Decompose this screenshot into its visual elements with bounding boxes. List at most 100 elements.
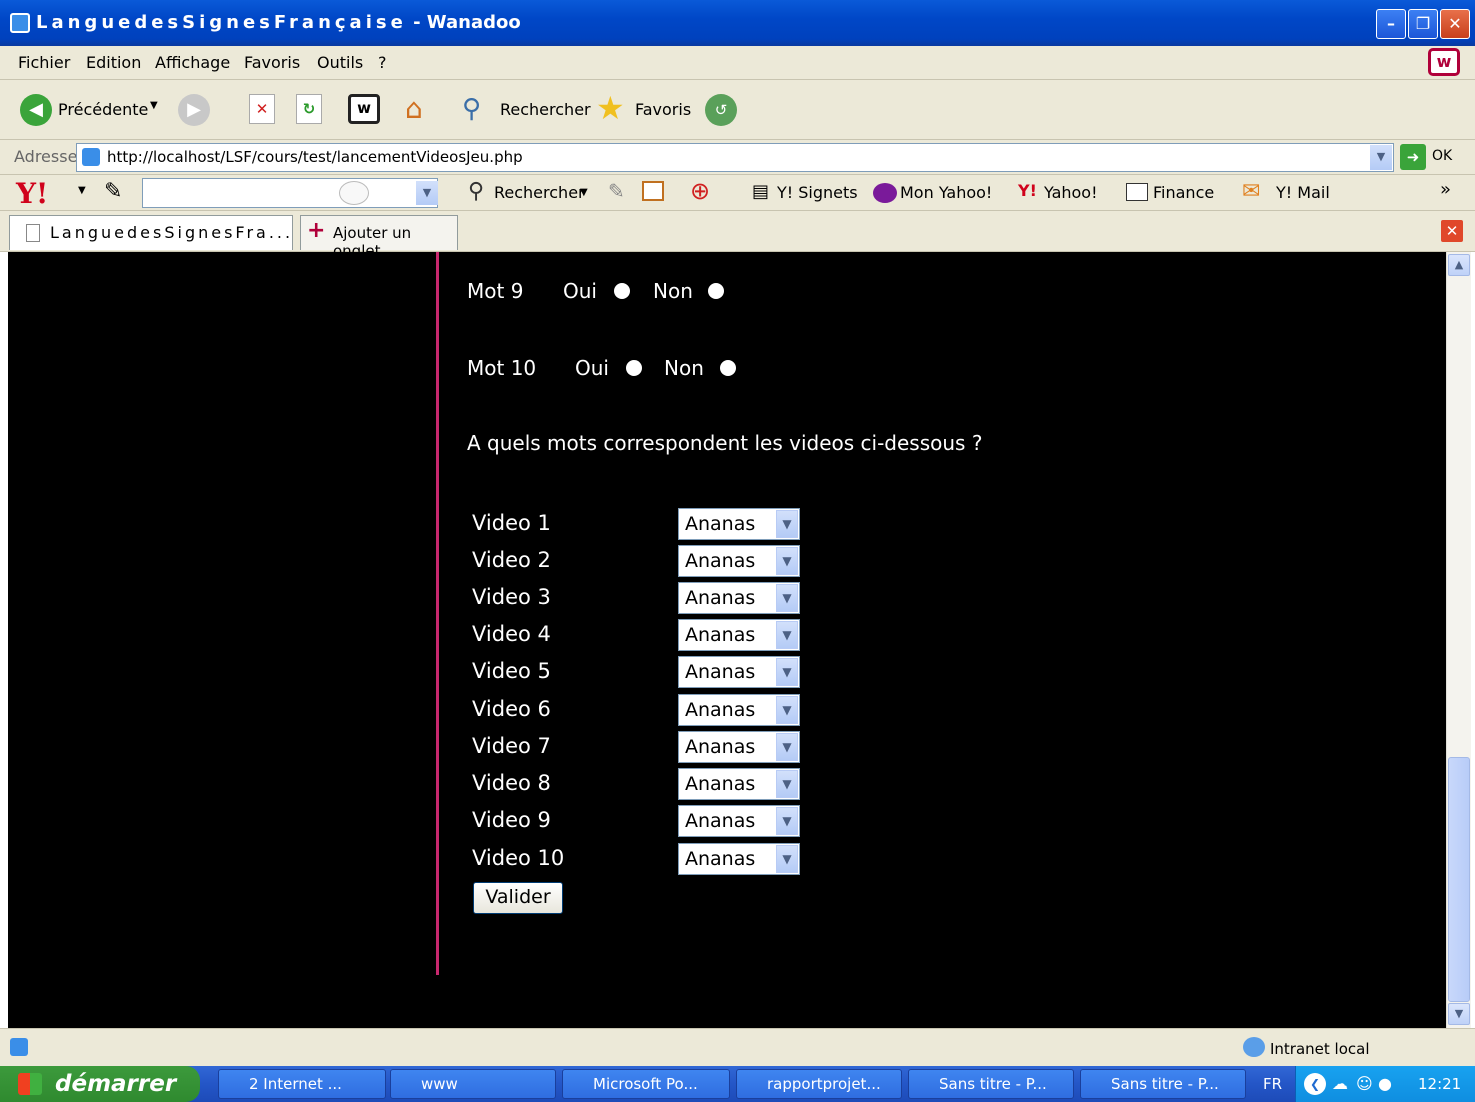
video-select[interactable]: Ananas ▼ <box>678 619 800 651</box>
yahoo-menu-dropdown-icon[interactable]: ▼ <box>78 185 86 196</box>
yahoo-search-arrow-icon[interactable]: ▼ <box>580 187 588 198</box>
toolbar-more-chevron-icon[interactable]: » <box>1440 179 1451 200</box>
select-value: Ananas <box>685 587 756 609</box>
yahoo-signets-button[interactable]: Y! Signets <box>777 183 858 202</box>
favorites-star-icon[interactable]: ★ <box>596 90 625 126</box>
task-sans-titre-2[interactable]: Sans titre - P... <box>1080 1069 1246 1099</box>
menu-outils[interactable]: Outils <box>317 53 363 72</box>
menu-fichier[interactable]: Fichier <box>18 53 70 72</box>
task-label: Sans titre - P... <box>1111 1075 1219 1093</box>
task-internet-explorer[interactable]: 2 Internet ... <box>218 1069 386 1099</box>
yahoo-mail-button[interactable]: Y! Mail <box>1276 183 1330 202</box>
back-arrow-icon[interactable]: ◀ <box>20 94 52 126</box>
mot-10-oui-radio[interactable] <box>626 360 642 376</box>
yahoo-search-button[interactable]: Rechercher <box>494 183 585 202</box>
bookmarks-icon[interactable]: ▤ <box>752 181 769 202</box>
wanadoo-button-icon[interactable]: w <box>348 94 380 124</box>
chevron-down-icon[interactable]: ▼ <box>776 547 798 575</box>
back-dropdown-icon[interactable]: ▼ <box>150 100 158 111</box>
ie-icon <box>10 13 30 33</box>
chevron-down-icon[interactable]: ▼ <box>776 807 798 835</box>
scroll-down-icon[interactable]: ▼ <box>1448 1003 1470 1025</box>
restore-button[interactable]: ❐ <box>1408 9 1438 39</box>
stop-icon[interactable]: ✕ <box>249 94 275 124</box>
chevron-down-icon[interactable]: ▼ <box>776 621 798 649</box>
tab-active[interactable]: LanguedesSignesFra... <box>9 215 293 250</box>
pencil-icon[interactable]: ✎ <box>104 179 122 204</box>
yahoo-logo-icon[interactable]: Y! <box>16 177 48 210</box>
highlighter-icon[interactable]: ✎ <box>608 179 625 203</box>
vertical-scrollbar[interactable]: ▲ ▼ <box>1446 252 1471 1028</box>
menu-affichage[interactable]: Affichage <box>155 53 230 72</box>
task-sans-titre-1[interactable]: Sans titre - P... <box>908 1069 1074 1099</box>
video-select[interactable]: Ananas ▼ <box>678 545 800 577</box>
favorites-button[interactable]: Favoris <box>635 100 691 119</box>
video-select[interactable]: Ananas ▼ <box>678 843 800 875</box>
chevron-down-icon[interactable]: ▼ <box>776 658 798 686</box>
task-www[interactable]: www <box>390 1069 556 1099</box>
scroll-thumb[interactable] <box>1448 757 1470 1002</box>
target-icon[interactable]: ⊕ <box>690 177 710 205</box>
home-icon[interactable]: ⌂ <box>405 92 439 126</box>
finance-button[interactable]: Finance <box>1153 183 1214 202</box>
chevron-down-icon[interactable]: ▼ <box>776 733 798 761</box>
task-label: rapportprojet... <box>767 1075 881 1093</box>
menu-edition[interactable]: Edition <box>86 53 141 72</box>
video-select[interactable]: Ananas ▼ <box>678 656 800 688</box>
back-button[interactable]: Précédente <box>58 100 148 119</box>
task-rapportprojet[interactable]: rapportprojet... <box>736 1069 902 1099</box>
video-select[interactable]: Ananas ▼ <box>678 768 800 800</box>
finance-chart-icon[interactable] <box>1126 183 1148 201</box>
yahoo-search-dropdown-icon[interactable]: ▼ <box>416 181 438 205</box>
network-icon[interactable]: ☁ <box>1332 1066 1348 1102</box>
yahoo-small-logo-icon[interactable]: Y! <box>1018 181 1037 200</box>
select-value: Ananas <box>685 513 756 535</box>
close-tab-icon[interactable]: ✕ <box>1441 220 1463 242</box>
search-icon[interactable]: ⚲ <box>462 94 481 124</box>
video-select[interactable]: Ananas ▼ <box>678 731 800 763</box>
video-select[interactable]: Ananas ▼ <box>678 582 800 614</box>
minimize-button[interactable]: – <box>1376 9 1406 39</box>
mot-10-non-radio[interactable] <box>720 360 736 376</box>
chevron-down-icon[interactable]: ▼ <box>776 770 798 798</box>
mot-9-oui-radio[interactable] <box>614 283 630 299</box>
address-dropdown-icon[interactable]: ▼ <box>1370 145 1392 170</box>
chevron-down-icon[interactable]: ▼ <box>776 845 798 873</box>
mail-icon[interactable]: ✉ <box>1242 179 1260 204</box>
menu-help[interactable]: ? <box>378 53 387 72</box>
balloon-icon[interactable]: ● <box>1378 1066 1392 1102</box>
form-icon[interactable] <box>642 181 664 201</box>
yahoo-search-input[interactable] <box>142 178 438 208</box>
close-button[interactable]: ✕ <box>1440 9 1470 39</box>
chevron-down-icon[interactable]: ▼ <box>776 584 798 612</box>
chevron-down-icon[interactable]: ▼ <box>776 510 798 538</box>
status-page-icon <box>10 1038 28 1056</box>
video-select[interactable]: Ananas ▼ <box>678 805 800 837</box>
start-button[interactable]: démarrer <box>0 1066 200 1102</box>
yahoo-button[interactable]: Yahoo! <box>1044 183 1098 202</box>
language-indicator[interactable]: FR <box>1263 1075 1282 1093</box>
task-microsoft-powerpoint[interactable]: Microsoft Po... <box>562 1069 730 1099</box>
chevron-down-icon[interactable]: ▼ <box>776 696 798 724</box>
go-button[interactable]: OK <box>1432 148 1452 164</box>
add-tab-button[interactable]: + Ajouter un onglet <box>300 215 458 260</box>
valider-button[interactable]: Valider <box>473 882 563 914</box>
address-input[interactable]: http://localhost/LSF/cours/test/lancemen… <box>76 143 1394 172</box>
go-arrow-icon[interactable]: ➜ <box>1400 144 1426 170</box>
yahoo-search-icon[interactable]: ⚲ <box>468 179 484 204</box>
mon-yahoo-icon[interactable] <box>873 183 897 203</box>
refresh-icon[interactable]: ↻ <box>296 94 322 124</box>
search-button[interactable]: Rechercher <box>500 100 591 119</box>
history-icon[interactable]: ↺ <box>705 94 737 126</box>
mon-yahoo-button[interactable]: Mon Yahoo! <box>900 183 992 202</box>
video-select[interactable]: Ananas ▼ <box>678 508 800 540</box>
menu-favoris[interactable]: Favoris <box>244 53 300 72</box>
messenger-icon[interactable]: ☺ <box>1356 1066 1373 1102</box>
scroll-up-icon[interactable]: ▲ <box>1448 254 1470 276</box>
tray-expand-icon[interactable]: ❮ <box>1304 1073 1326 1095</box>
video-select[interactable]: Ananas ▼ <box>678 694 800 726</box>
vertical-divider <box>436 252 439 975</box>
forward-arrow-icon[interactable]: ▶ <box>178 94 210 126</box>
mot-9-non-radio[interactable] <box>708 283 724 299</box>
windows-logo-icon <box>18 1073 42 1095</box>
